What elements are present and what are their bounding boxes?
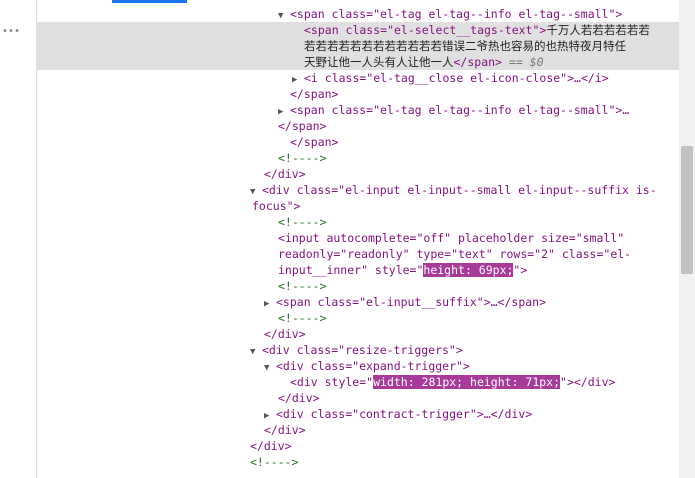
scrollbar-thumb[interactable] (681, 146, 693, 274)
dom-node-line-selected[interactable]: <span class="el-select__tags-text">千万人若若… (36, 22, 679, 38)
comment-node: <!----> (278, 151, 327, 165)
dom-node-line[interactable]: ▶ <span class="el-tag el-tag--info el-tag… (278, 102, 679, 118)
node-text: </div> (250, 439, 292, 453)
dom-node-line[interactable]: <!----> (278, 310, 679, 326)
node-text: </div> (264, 167, 306, 181)
node-inner-text: 天野让他一人头有人让他一人 (304, 55, 454, 69)
node-text: </span> (290, 135, 339, 149)
node-text-end: "></div> (560, 375, 616, 389)
dom-node-line[interactable]: ▼ <span class="el-tag el-tag--info el-tag… (278, 6, 679, 22)
dom-node-line[interactable]: <!----> (278, 278, 679, 294)
comment-node: <!----> (278, 279, 327, 293)
dom-node-line[interactable]: </div> (250, 438, 679, 454)
dom-node-line[interactable]: </div> (264, 326, 679, 342)
dom-node-line[interactable]: <input autocomplete="off" placeholder si… (278, 230, 679, 246)
node-text: <span class="el-tag el-tag--info el-tag-… (290, 7, 623, 21)
highlighted-style-value: height: 69px; (423, 263, 514, 277)
node-inner-text: 若若若若若若若若若若若若错误二爷热也容易的也热特夜月特任 (304, 39, 626, 53)
dom-node-line[interactable]: <!----> (250, 454, 679, 470)
comment-node: <!----> (278, 311, 327, 325)
dom-node-line[interactable]: </div> (264, 422, 679, 438)
dom-tree[interactable]: ▼ <span class="el-tag el-tag--info el-tag… (36, 0, 679, 478)
dom-node-line[interactable]: </div> (278, 390, 679, 406)
line-gutter: ••• (0, 0, 37, 478)
dom-node-line-selected[interactable]: 若若若若若若若若若若若若错误二爷热也容易的也热特夜月特任 (36, 38, 679, 54)
comment-node: <!----> (278, 215, 327, 229)
node-text: <div class="contract-trigger">…</div> (276, 407, 533, 421)
dom-node-line[interactable]: <!----> (278, 214, 679, 230)
node-close-tag: </span> (453, 55, 502, 69)
node-text-end: "> (513, 263, 528, 277)
dom-node-line[interactable]: focus"> (252, 198, 679, 214)
dom-node-line-selected[interactable]: 天野让他一人头有人让他一人</span> == $0 (36, 54, 679, 70)
node-text: </div> (278, 391, 320, 405)
node-text: <span class="el-input__suffix">…</span> (276, 295, 547, 309)
node-text: <div class="resize-triggers"> (262, 343, 463, 357)
vertical-scrollbar[interactable] (679, 0, 695, 478)
node-text: </div> (264, 423, 306, 437)
dom-node-line[interactable]: ▶ <i class="el-tag__close el-icon-close">… (292, 70, 679, 86)
node-text: <div style=" (290, 375, 374, 389)
collapsed-triangle-icon[interactable]: ▶ (264, 296, 276, 312)
highlighted-style-value: width: 281px; height: 71px; (373, 375, 561, 389)
node-inner-text: 千万人若若若若若若 (546, 23, 650, 37)
node-text: <span class="el-tag el-tag--info el-tag-… (290, 103, 630, 117)
dom-node-line[interactable]: ▼ <div class="resize-triggers"> (250, 342, 679, 358)
expand-triangle-icon[interactable]: ▼ (250, 344, 262, 360)
dom-node-line[interactable]: input__inner" style="height: 69px;"> (278, 262, 679, 278)
node-text: <span class="el-select__tags-text"> (304, 23, 547, 37)
node-text: input__inner" style=" (278, 263, 424, 277)
node-text: </span> (278, 119, 327, 133)
expand-triangle-icon[interactable]: ▼ (264, 360, 276, 376)
dom-node-line[interactable]: ▼ <div class="expand-trigger"> (264, 358, 679, 374)
node-text: <div class="expand-trigger"> (276, 359, 470, 373)
dom-node-line[interactable]: <!----> (278, 150, 679, 166)
dom-node-line[interactable]: ▶ <div class="contract-trigger">…</div> (264, 406, 679, 422)
dom-node-line[interactable]: </span> (278, 118, 679, 134)
node-text: </span> (290, 87, 339, 101)
node-text: </div> (264, 327, 306, 341)
dom-node-line[interactable]: </span> (290, 86, 679, 102)
dom-node-line[interactable]: </span> (290, 134, 679, 150)
comment-node: <!----> (250, 455, 299, 469)
dom-node-line[interactable]: readonly="readonly" type="text" rows="2"… (278, 246, 679, 262)
node-text: <input autocomplete="off" placeholder si… (278, 231, 625, 245)
node-text: <i class="el-tag__close el-icon-close">…… (304, 71, 609, 85)
dom-node-line[interactable]: ▼ <div class="el-input el-input--small el… (250, 182, 679, 198)
more-options-icon[interactable]: ••• (2, 26, 20, 37)
selected-eq-marker: == $0 (508, 55, 544, 69)
node-text: <div class="el-input el-input--small el-… (262, 183, 657, 197)
dom-node-line[interactable]: <div style="width: 281px; height: 71px;"… (290, 374, 679, 390)
node-text: readonly="readonly" type="text" rows="2"… (278, 247, 632, 261)
dom-node-line[interactable]: ▶ <span class="el-input__suffix">…</span> (264, 294, 679, 310)
node-text: focus"> (252, 199, 301, 213)
dom-node-line[interactable]: </div> (264, 166, 679, 182)
